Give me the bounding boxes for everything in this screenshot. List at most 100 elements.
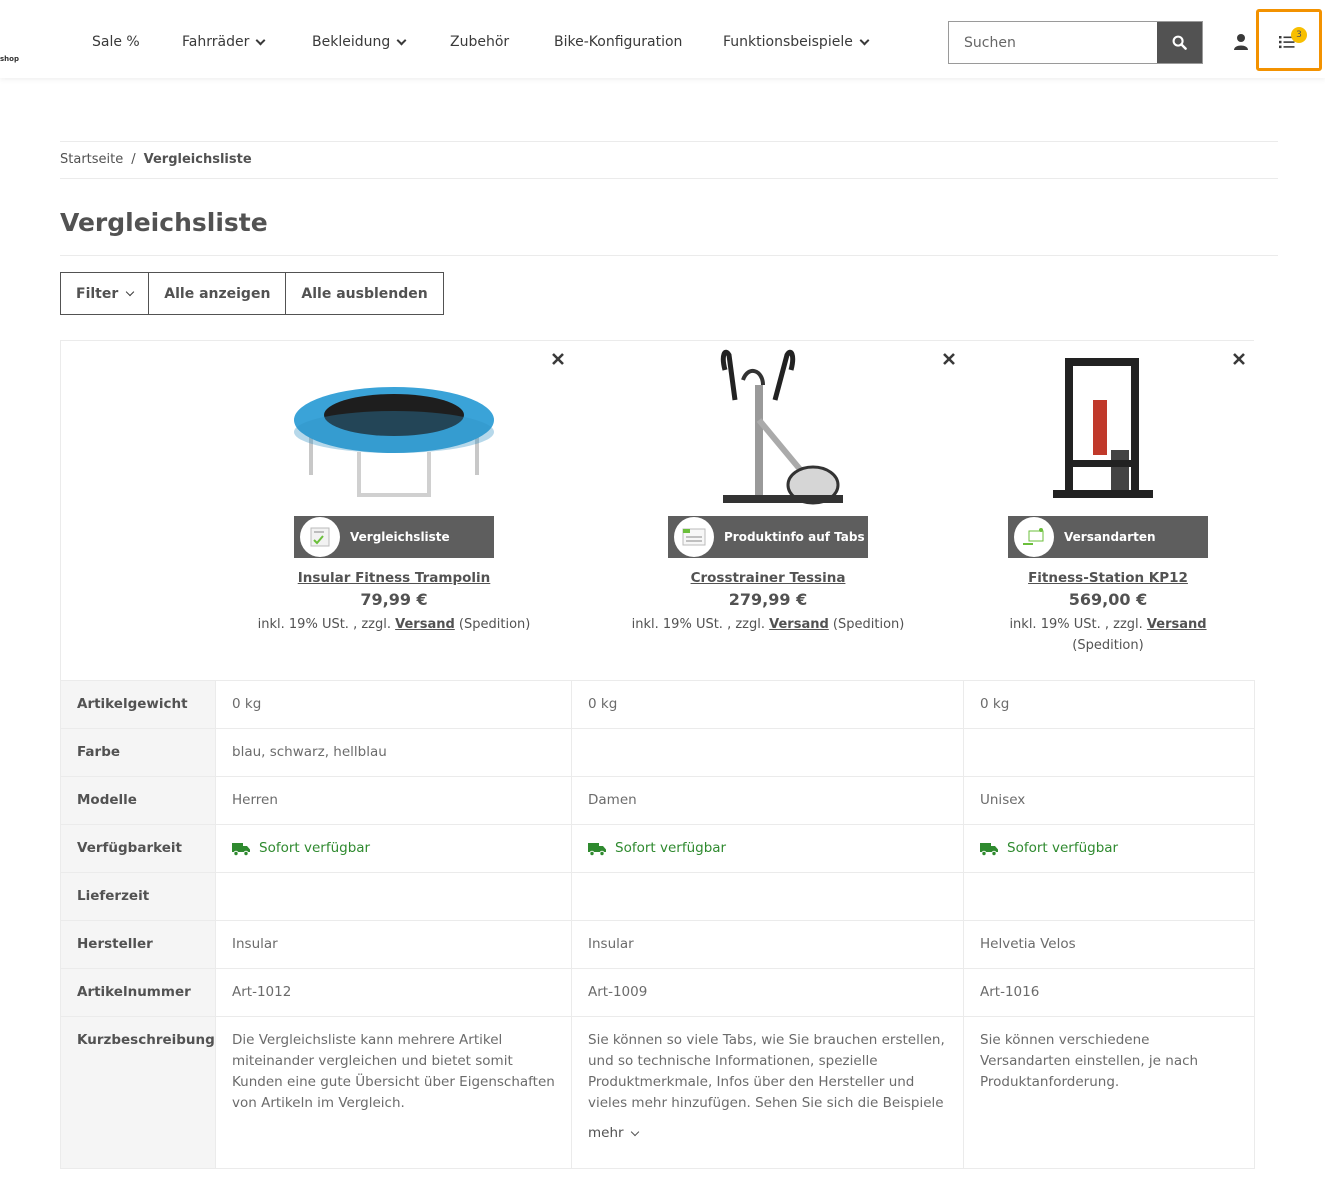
table-cell: Damen — [571, 776, 964, 825]
table-cell: Die Vergleichsliste kann mehrere Artikel… — [215, 1016, 572, 1169]
tabs-icon — [674, 517, 714, 557]
divider — [60, 141, 1278, 142]
tax-text: inkl. 19% USt. , zzgl. — [257, 617, 391, 632]
product-banner-label: Vergleichsliste — [350, 530, 450, 544]
table-cell: blau, schwarz, hellblau — [215, 728, 572, 777]
row-label: Modelle — [60, 776, 216, 825]
product-banner-label: Versandarten — [1064, 530, 1156, 544]
availability-status: Sofort verfügbar — [232, 838, 555, 859]
chevron-down-icon — [255, 35, 266, 45]
nav-item-sale[interactable]: Sale % — [92, 34, 140, 50]
shipping-link[interactable]: Versand — [395, 617, 455, 632]
trampoline-image[interactable] — [289, 340, 499, 510]
table-cell: Sie können verschiedene Versandarten ein… — [963, 1016, 1255, 1169]
availability-status: Sofort verfügbar — [980, 838, 1238, 859]
description-text: Sie können so viele Tabs, wie Sie brauch… — [588, 1032, 945, 1111]
availability-text: Sofort verfügbar — [259, 840, 371, 856]
table-cell: Sie können so viele Tabs, wie Sie brauch… — [571, 1016, 964, 1169]
compare-count-badge: 3 — [1291, 27, 1307, 43]
table-row: Modelle Herren Damen Unisex — [60, 776, 1255, 825]
chevron-down-icon — [859, 35, 870, 45]
table-row: Farbe blau, schwarz, hellblau — [60, 728, 1255, 777]
nav-item-bekleidung[interactable]: Bekleidung — [312, 34, 407, 50]
product-tax-info: inkl. 19% USt. , zzgl. Versand (Speditio… — [244, 614, 544, 635]
filter-button-group: Filter Alle anzeigen Alle ausblenden — [60, 272, 444, 315]
table-cell: Insular — [215, 920, 572, 969]
nav-item-bike-konfiguration[interactable]: Bike-Konfiguration — [554, 34, 682, 50]
crosstrainer-image[interactable] — [663, 340, 873, 510]
product-banner: Versandarten — [1008, 516, 1208, 558]
user-icon[interactable] — [1233, 33, 1249, 51]
logo[interactable]: shop — [0, 55, 19, 63]
shipping-link[interactable]: Versand — [1147, 617, 1207, 632]
product-tax-info: inkl. 19% USt. , zzgl. Versand (Speditio… — [958, 614, 1258, 656]
row-label: Hersteller — [60, 920, 216, 969]
table-cell: Insular — [571, 920, 964, 969]
nav-item-fahrraeder[interactable]: Fahrräder — [182, 34, 266, 50]
truck-icon — [232, 842, 250, 856]
hide-all-button[interactable]: Alle ausblenden — [285, 273, 443, 314]
nav-item-zubehoer[interactable]: Zubehör — [450, 34, 509, 50]
table-cell: Art-1012 — [215, 968, 572, 1017]
nav-item-label: Bike-Konfiguration — [554, 34, 683, 50]
product-card: Produktinfo auf Tabs Crosstrainer Tessin… — [618, 340, 918, 635]
divider — [60, 178, 1278, 179]
remove-product-icon[interactable] — [942, 352, 956, 366]
tax-suffix: (Spedition) — [832, 617, 905, 632]
table-cell: Sofort verfügbar — [571, 824, 964, 873]
table-cell: 0 kg — [215, 680, 572, 729]
search-input[interactable] — [949, 22, 1157, 63]
table-cell: 0 kg — [963, 680, 1255, 729]
more-button[interactable]: mehr — [588, 1123, 947, 1144]
page-title: Vergleichsliste — [60, 208, 268, 237]
shipping-link[interactable]: Versand — [769, 617, 829, 632]
table-cell — [215, 872, 572, 921]
search-box — [948, 21, 1203, 64]
search-button[interactable] — [1157, 22, 1202, 63]
tax-suffix: (Spedition) — [458, 617, 531, 632]
product-name-link[interactable]: Crosstrainer Tessina — [618, 570, 918, 586]
chevron-down-icon — [126, 287, 135, 296]
chevron-down-icon — [630, 1127, 639, 1136]
product-name-link[interactable]: Fitness-Station KP12 — [958, 570, 1258, 586]
breadcrumb: Startseite / Vergleichsliste — [60, 152, 252, 167]
product-card: Versandarten Fitness-Station KP12 569,00… — [958, 340, 1258, 656]
availability-text: Sofort verfügbar — [615, 840, 727, 856]
tax-text: inkl. 19% USt. , zzgl. — [1009, 617, 1143, 632]
table-row: Lieferzeit — [60, 872, 1255, 921]
row-label: Kurzbeschreibung — [60, 1016, 216, 1169]
row-label: Lieferzeit — [60, 872, 216, 921]
row-label: Artikelgewicht — [60, 680, 216, 729]
checklist-icon — [300, 517, 340, 557]
fitness-station-image[interactable] — [1003, 340, 1213, 510]
nav-item-funktionsbeispiele[interactable]: Funktionsbeispiele — [723, 34, 870, 50]
nav-item-label: Fahrräder — [182, 34, 250, 50]
table-cell: 0 kg — [571, 680, 964, 729]
remove-product-icon[interactable] — [551, 352, 565, 366]
row-label: Artikelnummer — [60, 968, 216, 1017]
row-label: Farbe — [60, 728, 216, 777]
product-banner: Produktinfo auf Tabs — [668, 516, 868, 558]
row-label: Verfügbarkeit — [60, 824, 216, 873]
table-cell: Unisex — [963, 776, 1255, 825]
show-all-label: Alle anzeigen — [164, 285, 271, 302]
truck-icon — [980, 842, 998, 856]
tax-suffix: (Spedition) — [1072, 638, 1144, 653]
product-banner: Vergleichsliste — [294, 516, 494, 558]
filter-button[interactable]: Filter — [61, 273, 149, 314]
show-all-button[interactable]: Alle anzeigen — [148, 273, 286, 314]
product-card: Vergleichsliste Insular Fitness Trampoli… — [244, 340, 544, 635]
chevron-down-icon — [396, 35, 407, 45]
table-row: Hersteller Insular Insular Helvetia Velo… — [60, 920, 1255, 969]
breadcrumb-separator: / — [131, 152, 136, 167]
product-name-link[interactable]: Insular Fitness Trampolin — [244, 570, 544, 586]
divider — [60, 255, 1278, 256]
filter-button-label: Filter — [76, 285, 119, 302]
availability-status: Sofort verfügbar — [588, 838, 947, 859]
breadcrumb-home[interactable]: Startseite — [60, 152, 123, 167]
product-price: 569,00 € — [1068, 590, 1148, 609]
nav-item-label: Zubehör — [450, 34, 510, 50]
table-row: Kurzbeschreibung Die Vergleichsliste kan… — [60, 1016, 1255, 1169]
table-row: Artikelgewicht 0 kg 0 kg 0 kg — [60, 680, 1255, 729]
table-row: Artikelnummer Art-1012 Art-1009 Art-1016 — [60, 968, 1255, 1017]
